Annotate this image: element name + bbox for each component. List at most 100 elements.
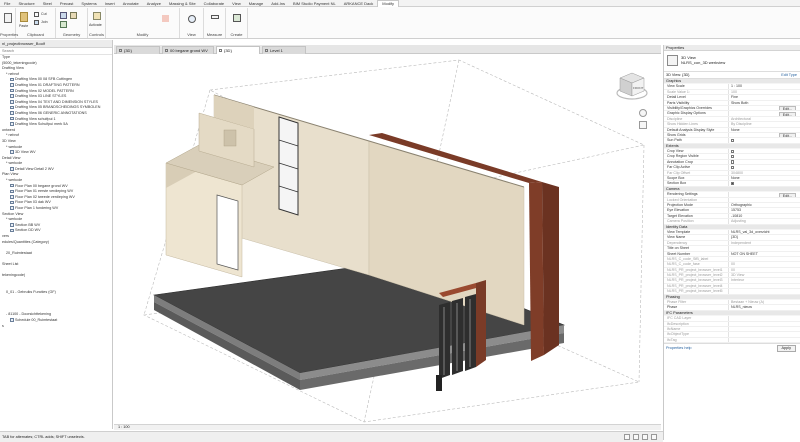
property-value[interactable] xyxy=(728,181,800,186)
cut-button-label[interactable]: Cut xyxy=(41,12,47,16)
property-value[interactable] xyxy=(728,165,800,170)
property-checkbox[interactable] xyxy=(731,149,735,153)
activate-button-label[interactable]: Activate xyxy=(89,23,102,27)
measure-icon[interactable] xyxy=(211,15,219,19)
offset-icon[interactable] xyxy=(120,11,127,18)
move-icon[interactable] xyxy=(140,11,147,18)
workset-icon[interactable] xyxy=(624,434,630,440)
browser-tree-item[interactable]: s xyxy=(0,324,112,330)
ribbon-tab-steel[interactable]: Steel xyxy=(39,1,56,6)
ribbon-tab-view[interactable]: View xyxy=(228,1,245,6)
ribbon-tab-annotate[interactable]: Annotate xyxy=(119,1,143,6)
view-tab[interactable]: Level 1 xyxy=(262,46,306,54)
trim-icon[interactable] xyxy=(120,20,127,27)
ribbon-tab-bim-studio-payment-nl[interactable]: BIM Studio Payment NL xyxy=(289,1,340,6)
view-tab[interactable]: {3D} xyxy=(116,46,160,54)
paste-button-label[interactable]: Paste xyxy=(19,24,28,28)
ribbon-tab-systems[interactable]: Systems xyxy=(77,1,100,6)
hide-in-view-icon[interactable] xyxy=(188,15,196,23)
property-value[interactable]: {3D} xyxy=(728,235,800,240)
browser-search-input[interactable]: Search xyxy=(0,48,112,55)
property-value[interactable]: 1 : 100 xyxy=(728,84,800,89)
ribbon-tab-manage[interactable]: Manage xyxy=(245,1,267,6)
edit-type-button[interactable]: Edit Type xyxy=(781,72,797,79)
property-value[interactable]: Edit... xyxy=(728,105,800,111)
design-options-icon[interactable] xyxy=(633,434,639,440)
property-value[interactable] xyxy=(728,246,800,251)
property-value[interactable]: Edit... xyxy=(728,192,800,197)
create-group-icon[interactable] xyxy=(233,14,241,22)
ribbon-tab-add-ins[interactable]: Add-Ins xyxy=(267,1,289,6)
property-value[interactable] xyxy=(728,154,800,159)
property-value[interactable]: Orthographic xyxy=(728,202,800,208)
property-value[interactable] xyxy=(728,159,800,165)
view-tab[interactable]: 00 begane grond WV xyxy=(162,46,214,54)
property-value[interactable] xyxy=(728,149,800,154)
property-edit-button[interactable]: Edit... xyxy=(778,106,796,111)
viewcube[interactable]: FRONT xyxy=(615,69,649,103)
property-value[interactable] xyxy=(728,138,800,143)
activate-icon[interactable] xyxy=(93,12,101,20)
glazed-facade[interactable] xyxy=(439,294,476,379)
ribbon-tab-collaborate[interactable]: Collaborate xyxy=(200,1,228,6)
property-edit-button[interactable]: Edit... xyxy=(778,111,796,116)
instance-filter[interactable]: 3D View: {3D} Edit Type xyxy=(664,72,800,79)
ribbon-tab-modify[interactable]: Modify xyxy=(377,0,400,7)
paste-icon[interactable] xyxy=(20,12,28,22)
rotate-icon[interactable] xyxy=(110,20,117,27)
ribbon-tab-massing-site[interactable]: Massing & Site xyxy=(165,1,200,6)
property-edit-button[interactable]: Edit... xyxy=(778,133,796,138)
property-value[interactable]: Fine xyxy=(728,95,800,100)
property-checkbox[interactable] xyxy=(731,154,735,159)
property-value[interactable]: NLRS_nieuw xyxy=(728,305,800,310)
view-scale-label[interactable]: 1 : 100 xyxy=(118,425,130,429)
scale-icon[interactable] xyxy=(150,20,157,27)
property-checkbox[interactable] xyxy=(731,138,735,142)
property-value[interactable]: 15753 xyxy=(728,208,800,213)
split-face-icon[interactable] xyxy=(60,21,67,28)
zoom-icon[interactable] xyxy=(639,121,647,129)
ribbon-tab-file[interactable]: File xyxy=(0,1,14,6)
interior-door[interactable] xyxy=(216,194,239,271)
property-value[interactable]: -10810 xyxy=(728,213,800,219)
view-tab[interactable]: {3D} xyxy=(216,46,260,54)
filter-icon[interactable] xyxy=(651,434,657,440)
ribbon-tab-precast[interactable]: Precast xyxy=(56,1,78,6)
instance-filter-label[interactable]: 3D View: {3D} xyxy=(666,73,690,77)
ribbon-tab-arkance-dack[interactable]: ARKANCE Dack xyxy=(340,1,378,6)
property-value[interactable]: NLRS_val_3d_overzicht xyxy=(728,229,800,235)
copy-icon[interactable] xyxy=(150,11,157,18)
geometry-tool-icon[interactable] xyxy=(60,12,67,19)
property-value[interactable]: None xyxy=(728,127,800,132)
3d-viewport[interactable]: FRONT xyxy=(114,55,661,424)
navigation-wheel-icon[interactable] xyxy=(639,109,647,117)
property-edit-button[interactable]: Edit... xyxy=(778,192,796,197)
window-back[interactable] xyxy=(278,116,299,216)
properties-help-link[interactable]: Properties help xyxy=(666,346,692,350)
split-icon[interactable] xyxy=(130,20,137,27)
property-value[interactable]: Show Both xyxy=(728,100,800,105)
type-selector[interactable]: 3D View NLRS_con_3D werkview xyxy=(664,51,800,72)
property-value[interactable]: Edit... xyxy=(728,132,800,138)
property-checkbox[interactable] xyxy=(731,160,735,164)
cut-icon[interactable] xyxy=(34,12,39,17)
delete-icon[interactable] xyxy=(162,15,169,22)
ribbon-tab-structure[interactable]: Structure xyxy=(14,1,38,6)
property-value[interactable]: Edit... xyxy=(728,111,800,116)
property-checkbox[interactable] xyxy=(731,165,735,169)
properties-icon[interactable] xyxy=(4,13,12,23)
model-canvas[interactable] xyxy=(114,55,661,424)
mirror-icon[interactable] xyxy=(130,11,137,18)
join-icon[interactable] xyxy=(34,20,39,25)
property-value[interactable]: None xyxy=(728,176,800,181)
join-button-label[interactable]: Join xyxy=(41,20,48,24)
brick-wall-right[interactable] xyxy=(529,182,544,361)
wall-joins-icon[interactable] xyxy=(70,12,77,19)
array-icon[interactable] xyxy=(140,20,147,27)
property-value[interactable]: NOT ON SHEET xyxy=(728,251,800,256)
property-checkbox[interactable] xyxy=(731,181,735,186)
select-links-icon[interactable] xyxy=(642,434,648,440)
align-icon[interactable] xyxy=(110,11,117,18)
apply-button[interactable]: Apply xyxy=(776,345,796,353)
ribbon-tab-insert[interactable]: Insert xyxy=(101,1,119,6)
